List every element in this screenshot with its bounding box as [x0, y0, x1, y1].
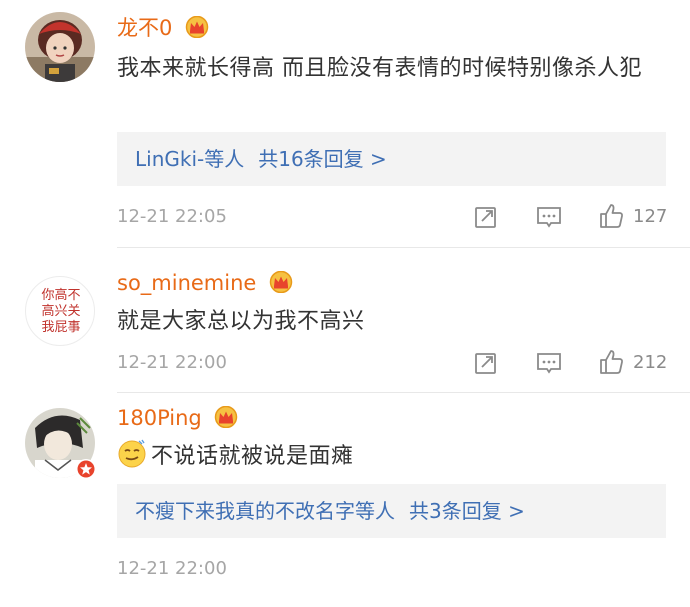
thumbs-up-icon[interactable]: [598, 203, 624, 229]
username[interactable]: 180Ping: [117, 405, 238, 431]
timestamp: 12-21 22:00: [117, 352, 227, 373]
avatar[interactable]: [25, 12, 95, 82]
timestamp: 12-21 22:05: [117, 206, 227, 227]
comment-text: 就是大家总以为我不高兴: [117, 309, 365, 334]
svg-text:我屁事: 我屁事: [41, 320, 80, 335]
thumbs-up-icon[interactable]: [598, 349, 624, 375]
comment-item: 180Ping 不说话就被说是面瘫 不瘦下来我真的不改名字等人 共3条回复 > 1…: [0, 392, 690, 607]
reply-count-link[interactable]: 共3条回复 >: [409, 484, 525, 538]
username[interactable]: 龙不0: [117, 15, 209, 41]
username[interactable]: so_minemine: [117, 270, 293, 296]
avatar[interactable]: 你高不 高兴关 我屁事: [25, 276, 95, 346]
smirk-emoji-icon: [118, 439, 146, 468]
timestamp: 12-21 22:00: [117, 558, 227, 579]
svg-text:高兴关: 高兴关: [41, 303, 80, 319]
comment-icon[interactable]: [536, 205, 562, 229]
comment-text: 不说话就被说是面瘫: [117, 438, 662, 473]
divider: [117, 247, 690, 248]
like-count: 212: [633, 352, 668, 373]
comment-icon[interactable]: [536, 351, 562, 375]
crown-badge-icon: [185, 16, 209, 38]
replies-preview[interactable]: LinGki-等人 共16条回复 >: [117, 132, 666, 186]
comment-item: 你高不 高兴关 我屁事 so_minemine 就是大家总以为我不高兴 12-2…: [0, 250, 690, 393]
share-icon[interactable]: [474, 205, 498, 229]
comment-item: 龙不0 我本来就长得高 而且脸没有表情的时候特别像杀人犯 LinGki-等人 共1…: [0, 0, 690, 250]
verified-badge-icon: [76, 459, 96, 479]
avatar-calligraphy: 你高不: [41, 287, 80, 303]
replies-preview[interactable]: 不瘦下来我真的不改名字等人 共3条回复 >: [117, 484, 666, 538]
reply-users: 不瘦下来我真的不改名字等人: [135, 499, 395, 523]
share-icon[interactable]: [474, 351, 498, 375]
reply-count-link[interactable]: 共16条回复 >: [258, 132, 387, 186]
comment-text: 我本来就长得高 而且脸没有表情的时候特别像杀人犯: [117, 56, 642, 81]
like-count: 127: [633, 206, 668, 227]
avatar[interactable]: [25, 408, 96, 479]
crown-badge-icon: [215, 406, 238, 428]
crown-badge-icon: [269, 271, 293, 293]
reply-users: LinGki-等人: [135, 147, 245, 171]
